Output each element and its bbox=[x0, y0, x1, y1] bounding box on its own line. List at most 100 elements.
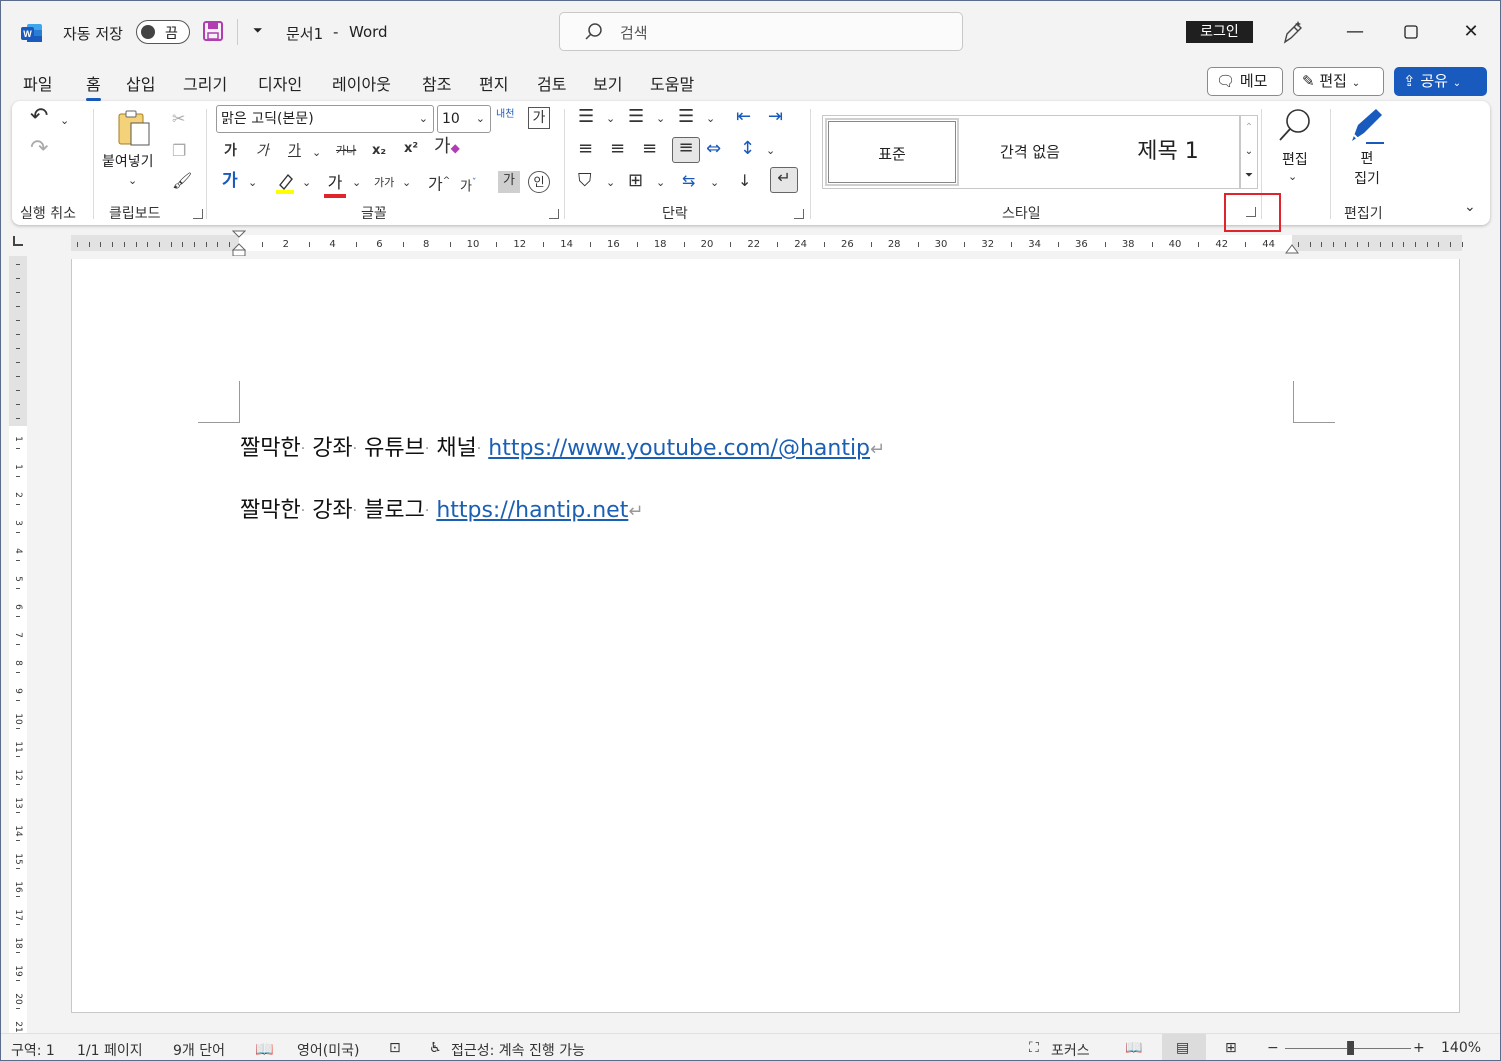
proofing-icon[interactable]: 📖 bbox=[255, 1040, 274, 1058]
find-icon[interactable] bbox=[1276, 107, 1314, 147]
decrease-indent-icon[interactable]: ⇤ bbox=[736, 107, 751, 127]
collapse-ribbon-icon[interactable]: ⌄ bbox=[1464, 197, 1476, 217]
tab-design[interactable]: 디자인 bbox=[258, 71, 302, 95]
align-left-icon[interactable]: ≡ bbox=[578, 139, 593, 159]
font-name-combo[interactable]: 맑은 고딕(본문) ⌄ bbox=[216, 105, 434, 133]
grow-font-icon[interactable]: 가^ bbox=[428, 171, 450, 194]
shading-icon[interactable]: ⛉ bbox=[578, 171, 592, 191]
font-launcher-icon[interactable] bbox=[549, 209, 559, 219]
editor-label[interactable]: 편 집기 bbox=[1352, 149, 1382, 189]
multilevel-dropdown-icon[interactable]: ⌄ bbox=[706, 109, 715, 129]
text-effects-icon[interactable]: 가 bbox=[222, 171, 238, 191]
close-button[interactable]: ✕ bbox=[1453, 15, 1489, 49]
editor-icon[interactable] bbox=[1346, 107, 1386, 151]
align-right-icon[interactable]: ≡ bbox=[642, 139, 657, 159]
tab-references[interactable]: 참조 bbox=[422, 71, 451, 95]
font-color-dropdown-icon[interactable]: ⌄ bbox=[352, 173, 361, 193]
format-painter-icon[interactable]: 🖌 bbox=[172, 171, 192, 191]
line-spacing-dropdown-icon[interactable]: ⌄ bbox=[766, 141, 775, 161]
line-spacing-icon[interactable]: ↕ bbox=[740, 139, 755, 159]
italic-button[interactable]: 가 bbox=[256, 141, 269, 161]
text-predictions-icon[interactable]: ⊡ bbox=[389, 1040, 401, 1056]
justify-icon[interactable]: ≡ bbox=[672, 137, 700, 163]
accessibility-status[interactable]: 접근성: 계속 진행 가능 bbox=[451, 1040, 585, 1060]
undo-dropdown-icon[interactable]: ⌄ bbox=[60, 111, 69, 131]
char-shading-icon[interactable]: 가 bbox=[498, 171, 520, 193]
styles-down-icon[interactable]: ⌄ bbox=[1241, 142, 1257, 162]
borders-dropdown-icon[interactable]: ⌄ bbox=[656, 173, 665, 193]
focus-icon[interactable]: ⛶ bbox=[1029, 1040, 1039, 1056]
document-page[interactable]: 짤막한· 강좌· 유튜브· 채널· https://www.youtube.co… bbox=[71, 259, 1460, 1013]
focus-label[interactable]: 포커스 bbox=[1051, 1040, 1090, 1060]
superscript-button[interactable]: x² bbox=[404, 139, 418, 159]
vertical-ruler[interactable]: 1 1 2 3 4 5 6 7 8 9 10 11 12 13 14 15 16 17 18 19 20 21 bbox=[9, 256, 27, 1037]
paragraph-1[interactable]: 짤막한· 강좌· 유튜브· 채널· https://www.youtube.co… bbox=[240, 430, 885, 462]
read-mode-icon[interactable]: 📖 bbox=[1125, 1040, 1142, 1056]
paragraph-2[interactable]: 짤막한· 강좌· 블로그· https://hantip.net↵ bbox=[240, 492, 643, 524]
horizontal-ruler[interactable]: 2 4 6 8 10 12 14 16 18 20 22 24 26 28 30 32 34 36 38 40 42 44 bbox=[1, 230, 1500, 257]
styles-more-icon[interactable]: ⏷ bbox=[1241, 166, 1257, 186]
font-color-icon[interactable]: 가 bbox=[324, 169, 346, 198]
bullets-icon[interactable]: ☰ bbox=[578, 107, 594, 127]
borders-icon[interactable]: ⊞ bbox=[628, 171, 643, 191]
increase-indent-icon[interactable]: ⇥ bbox=[768, 107, 783, 127]
text-effects-dropdown-icon[interactable]: ⌄ bbox=[248, 173, 257, 193]
change-case-dropdown-icon[interactable]: ⌄ bbox=[402, 173, 411, 193]
zoom-out-icon[interactable]: − bbox=[1267, 1040, 1279, 1056]
language-indicator[interactable]: 영어(미국) bbox=[297, 1040, 359, 1060]
highlight-dropdown-icon[interactable]: ⌄ bbox=[302, 173, 311, 193]
change-case-button[interactable]: 가가 bbox=[374, 173, 394, 193]
numbering-icon[interactable]: ☰ bbox=[628, 107, 644, 127]
char-border-icon[interactable]: 가 bbox=[528, 107, 550, 129]
text-direction-icon[interactable]: ⇆ bbox=[682, 171, 695, 191]
save-icon[interactable] bbox=[202, 20, 224, 46]
paste-dropdown-icon[interactable]: ⌄ bbox=[128, 171, 137, 191]
quick-access-dropdown-icon[interactable]: ⏷ bbox=[253, 23, 263, 38]
show-marks-icon[interactable]: ↵ bbox=[770, 167, 798, 193]
editing-mode-button[interactable]: ✎ 편집 ⌄ bbox=[1293, 67, 1384, 96]
tab-mailings[interactable]: 편지 bbox=[479, 71, 508, 95]
paragraph-launcher-icon[interactable] bbox=[794, 209, 804, 219]
redo-icon[interactable]: ↷ bbox=[30, 138, 48, 160]
word-count[interactable]: 9개 단어 bbox=[173, 1040, 225, 1060]
clipboard-launcher-icon[interactable] bbox=[193, 209, 203, 219]
zoom-level[interactable]: 140% bbox=[1441, 1040, 1481, 1056]
tab-insert[interactable]: 삽입 bbox=[126, 71, 155, 95]
blog-link[interactable]: https://hantip.net bbox=[436, 498, 628, 523]
numbering-dropdown-icon[interactable]: ⌄ bbox=[656, 109, 665, 129]
multilevel-list-icon[interactable]: ☰ bbox=[678, 107, 694, 127]
tab-selector-icon[interactable] bbox=[13, 236, 23, 246]
phonetic-guide-icon[interactable]: 내천 bbox=[496, 105, 514, 125]
memo-button[interactable]: 🗨 메모 bbox=[1207, 67, 1283, 96]
sort-icon[interactable]: ↓ bbox=[738, 171, 751, 191]
section-indicator[interactable]: 구역: 1 bbox=[11, 1040, 55, 1060]
shading-dropdown-icon[interactable]: ⌄ bbox=[606, 173, 615, 193]
accessibility-icon[interactable]: ♿ bbox=[429, 1040, 442, 1056]
enclose-char-icon[interactable]: 인 bbox=[528, 171, 550, 193]
highlight-icon[interactable] bbox=[274, 171, 296, 199]
login-button[interactable]: 로그인 bbox=[1186, 21, 1253, 43]
zoom-in-icon[interactable]: + bbox=[1413, 1040, 1425, 1056]
font-size-combo[interactable]: 10 ⌄ bbox=[437, 105, 491, 133]
style-no-spacing[interactable]: 간격 없음 bbox=[963, 118, 1097, 186]
strikethrough-button[interactable]: 가나 bbox=[336, 141, 356, 161]
subscript-button[interactable]: x₂ bbox=[372, 141, 386, 161]
shrink-font-icon[interactable]: 가ˇ bbox=[460, 173, 476, 197]
editing-label[interactable]: 편집 bbox=[1282, 149, 1308, 169]
clear-format-icon[interactable]: 가◆ bbox=[434, 137, 460, 158]
paste-label[interactable]: 붙여넣기 bbox=[102, 151, 154, 171]
zoom-slider-thumb[interactable] bbox=[1348, 1041, 1354, 1055]
share-button[interactable]: ⇪ 공유 ⌄ bbox=[1394, 67, 1487, 96]
tab-layout[interactable]: 레이아웃 bbox=[332, 71, 391, 95]
underline-button[interactable]: 가 bbox=[288, 141, 301, 161]
maximize-button[interactable] bbox=[1393, 15, 1429, 49]
paste-icon[interactable] bbox=[116, 109, 154, 153]
tab-review[interactable]: 검토 bbox=[537, 71, 566, 95]
search-box[interactable]: 검색 bbox=[559, 12, 963, 51]
underline-dropdown-icon[interactable]: ⌄ bbox=[312, 143, 321, 163]
document-area[interactable]: 1 1 2 3 4 5 6 7 8 9 10 11 12 13 14 15 16 17 18 19 20 21 짤막한· … bbox=[1, 256, 1500, 1037]
youtube-link[interactable]: https://www.youtube.com/@hantip bbox=[488, 436, 870, 461]
designer-icon[interactable] bbox=[1281, 20, 1303, 48]
bullets-dropdown-icon[interactable]: ⌄ bbox=[606, 109, 615, 129]
styles-up-icon[interactable]: ⌃ bbox=[1241, 118, 1257, 138]
